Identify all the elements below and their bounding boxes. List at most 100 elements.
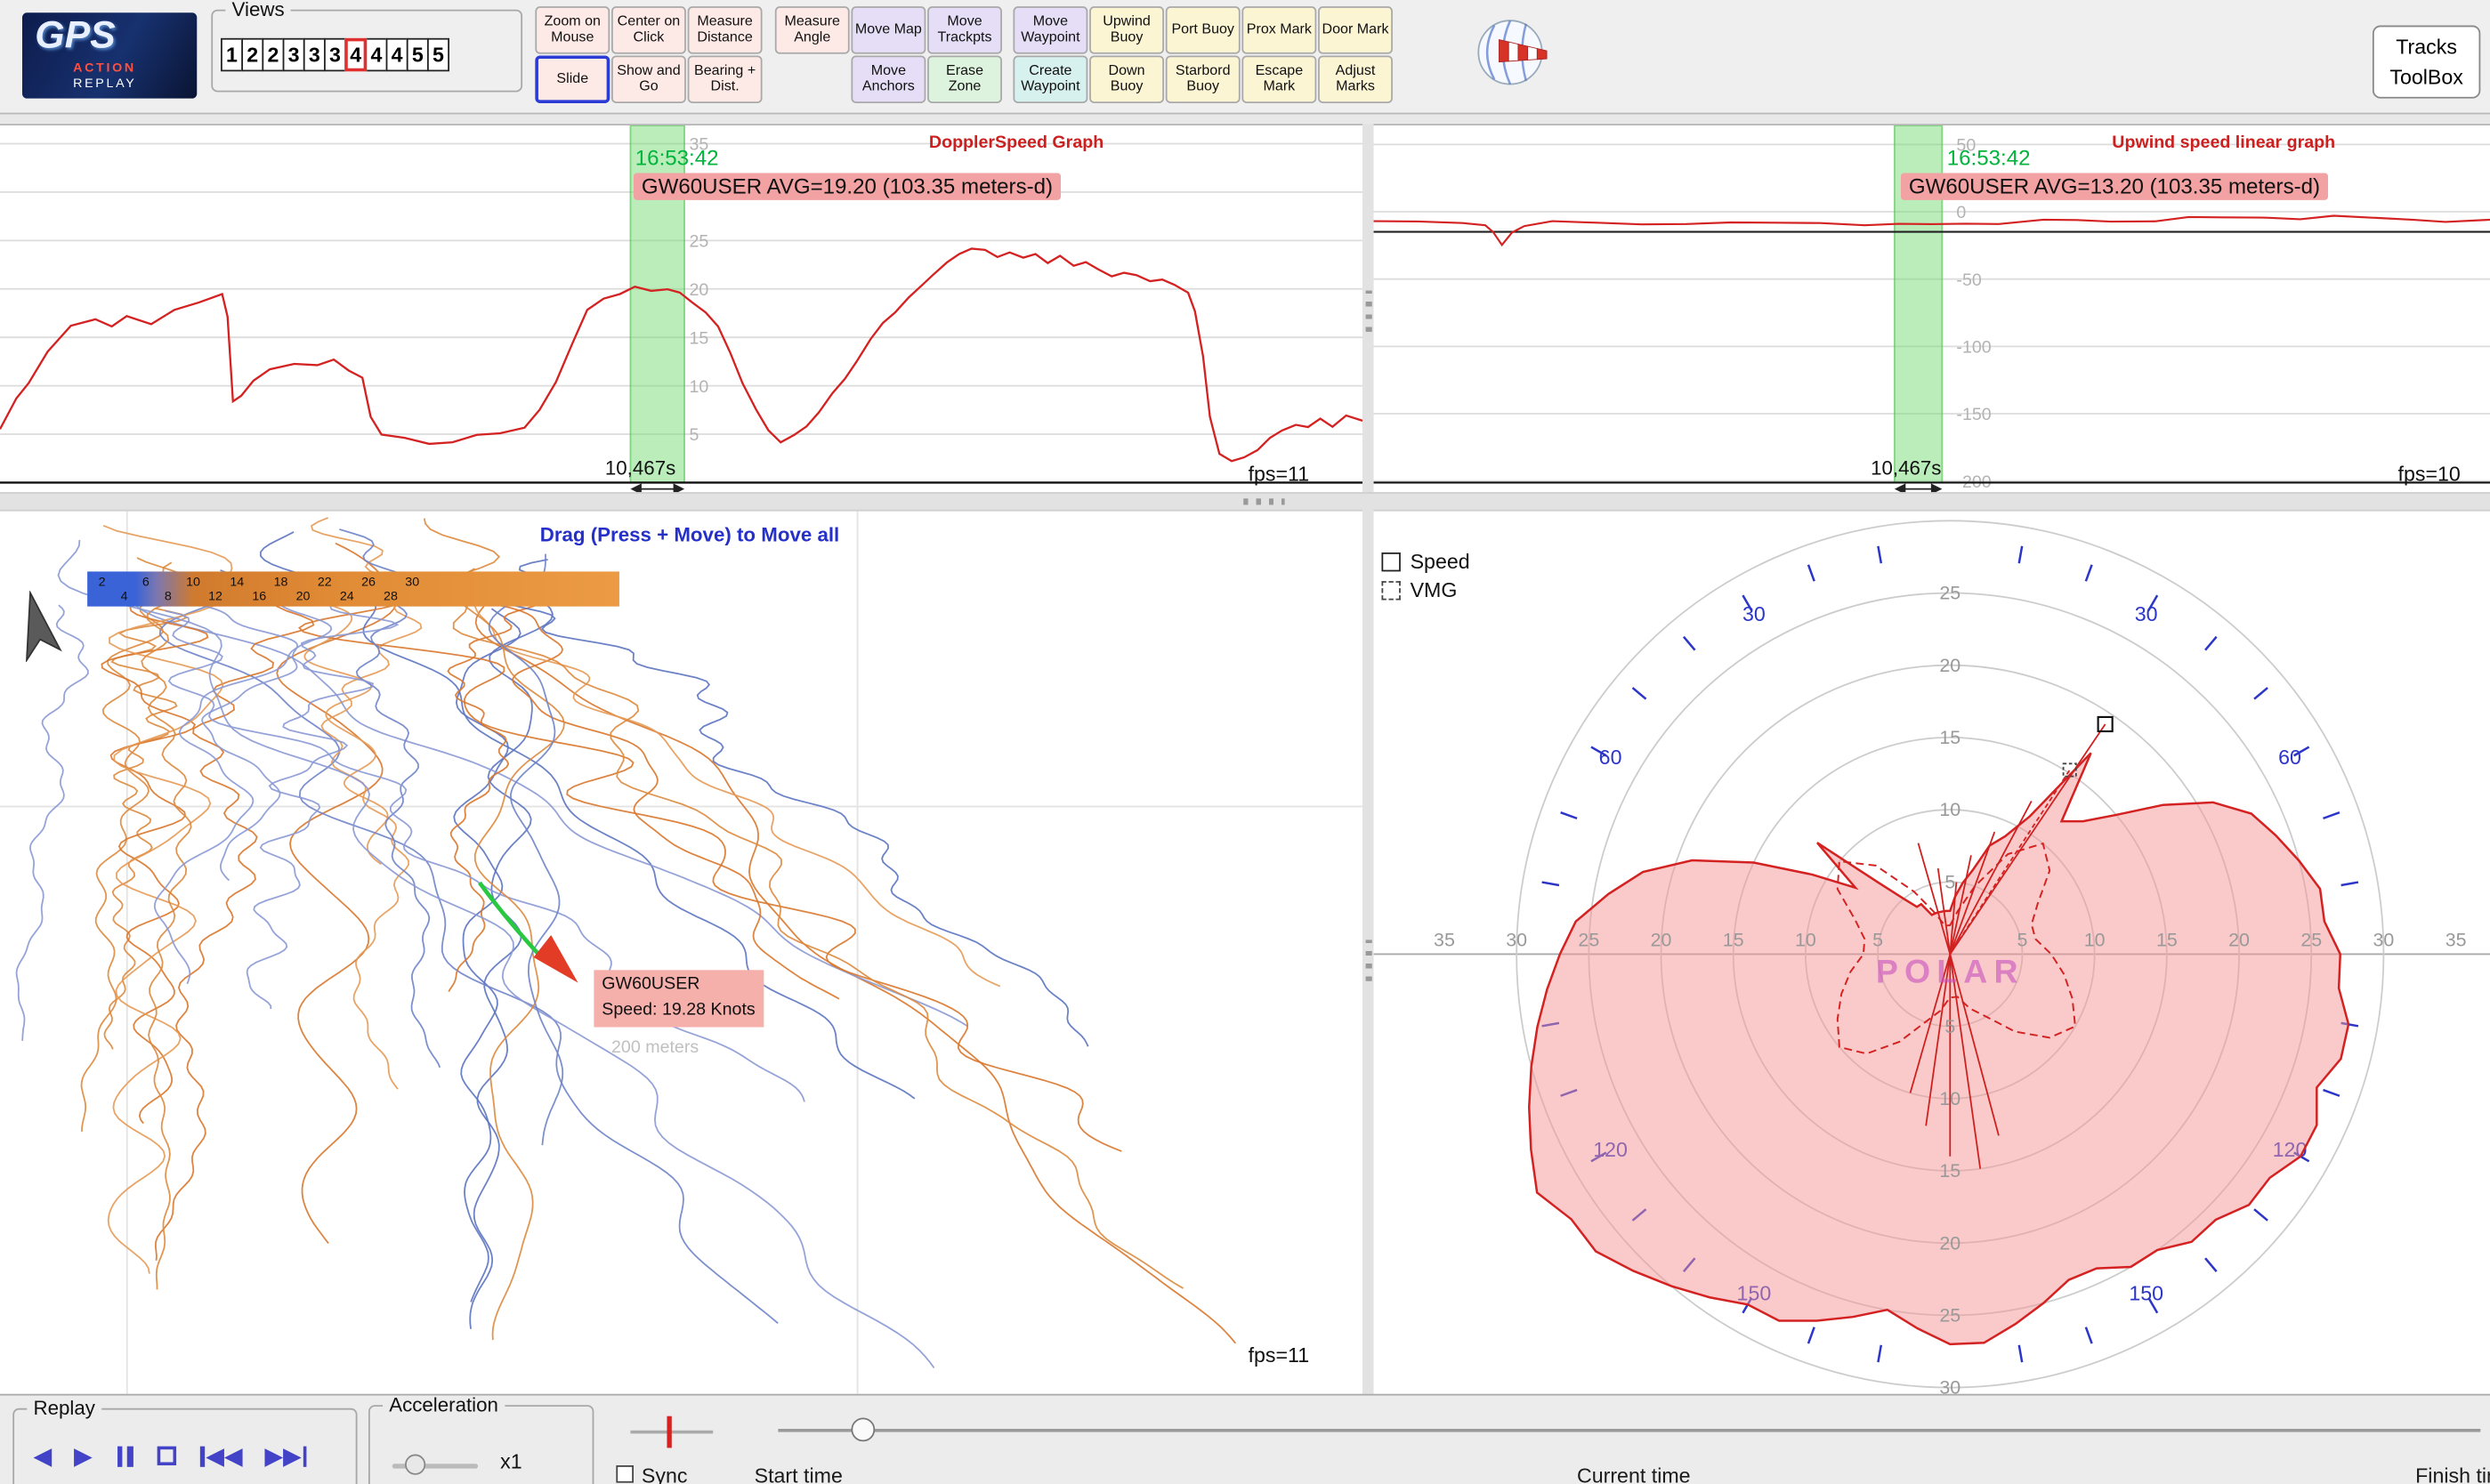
view-count-button[interactable]: 2 [241, 38, 263, 71]
doppler-avg-label: GW60USER AVG=19.20 (103.35 meters-d) [634, 173, 1061, 200]
angle-tick [2086, 565, 2092, 581]
doppler-graph-title: DopplerSpeed Graph [929, 133, 1104, 152]
v-tick-label: 20 [1939, 1232, 1960, 1254]
toolbar-button[interactable]: Upwind Buoy [1089, 6, 1164, 54]
time-offset-slider[interactable] [627, 1411, 716, 1452]
doppler-fps-label: fps=11 [1249, 462, 1310, 486]
toolbar-button[interactable]: Down Buoy [1089, 55, 1164, 103]
toolbar-button[interactable]: Starbord Buoy [1166, 55, 1241, 103]
toolbar-button[interactable]: Move Waypoint [1013, 6, 1087, 54]
toolbar-button[interactable]: Bearing + Dist. [688, 55, 763, 103]
angle-tick [1878, 1345, 1880, 1362]
sync-label: Sync [642, 1464, 688, 1484]
toolbar-button[interactable]: Center on Click [611, 6, 686, 54]
finish-time-label: Finish time [2415, 1464, 2490, 1484]
toolbar-button[interactable]: Move Map [851, 6, 926, 54]
rider-name: GW60USER [602, 973, 755, 998]
time-offset-slider-track[interactable] [630, 1431, 713, 1434]
main-toolbar: GPS ACTION REPLAY Views 12233344455 Zoom… [0, 0, 2490, 114]
gps-track [247, 576, 398, 1010]
angle-label: 150 [2129, 1281, 2163, 1304]
speed-scale-label: 26 [361, 575, 405, 589]
view-count-button[interactable]: 3 [283, 38, 305, 71]
y-tick-label: -150 [1956, 405, 1991, 424]
view-count-buttons: 12233344455 [222, 38, 449, 71]
toolbar-button[interactable]: Move Trackpts [927, 6, 1002, 54]
vertical-splitter-bottom[interactable] [1362, 508, 1373, 1394]
replay-stop-button[interactable] [158, 1447, 176, 1465]
h-tick-label: 20 [1651, 930, 1672, 951]
toolbar-button[interactable]: Create Waypoint [1013, 55, 1087, 103]
sync-checkbox[interactable] [616, 1465, 634, 1483]
y-tick-label: -100 [1956, 338, 1991, 358]
view-count-button[interactable]: 4 [386, 38, 408, 71]
acceleration-value: x1 [500, 1449, 522, 1473]
v-tick-label: 10 [1939, 1088, 1960, 1109]
h-tick-label: 30 [1506, 930, 1527, 951]
gps-track [415, 578, 999, 986]
gps-track [489, 554, 563, 1146]
map-fps-label: fps=11 [1249, 1343, 1310, 1367]
time-offset-slider-thumb[interactable] [667, 1416, 670, 1448]
view-count-button[interactable]: 3 [324, 38, 346, 71]
views-legend: Views [225, 0, 290, 20]
toolbar-button[interactable]: Measure Distance [688, 6, 763, 54]
angle-label: 30 [2135, 602, 2158, 625]
v-tick-label: 5 [1944, 1016, 1955, 1037]
v-tick-label: 30 [1939, 1377, 1960, 1394]
track-map-canvas[interactable] [0, 508, 1362, 1394]
polar-diagram-panel[interactable]: 3030606012012015015035302520151055101520… [1374, 508, 2490, 1394]
h-tick-label: 5 [2017, 930, 2028, 951]
view-count-button[interactable]: 2 [262, 38, 284, 71]
view-count-button[interactable]: 4 [344, 38, 367, 71]
checkbox-icon[interactable] [1381, 580, 1400, 599]
h-tick-label: 25 [1578, 930, 1599, 951]
vertical-splitter-top[interactable] [1362, 124, 1373, 492]
v-tick-label: 5 [1944, 871, 1955, 892]
view-count-button[interactable]: 1 [221, 38, 243, 71]
gps-track [476, 585, 1236, 1343]
toolbar-button[interactable]: Measure Angle [775, 6, 850, 54]
north-arrow-icon [16, 591, 64, 662]
h-tick-label: 15 [1723, 930, 1744, 951]
upwind-avg-label: GW60USER AVG=13.20 (103.35 meters-d) [1901, 173, 2328, 200]
speed-scale-label: 8 [165, 589, 208, 603]
polar-legend-item[interactable]: Speed [1381, 549, 1469, 573]
polar-legend-item[interactable]: VMG [1381, 578, 1469, 602]
toolbar-button[interactable]: Slide [535, 55, 610, 103]
speed-scale-label: 2 [99, 575, 142, 589]
tracks-toolbox-button[interactable]: Tracks ToolBox [2373, 26, 2480, 99]
track-map-panel[interactable]: Drag (Press + Move) to Move all 26101418… [0, 508, 1362, 1394]
angle-label: 30 [1742, 602, 1766, 625]
polar-diagram-canvas[interactable]: 3030606012012015015035302520151055101520… [1374, 508, 2490, 1394]
v-tick-label: 15 [1939, 727, 1960, 748]
toolbar-button[interactable]: Show and Go [611, 55, 686, 103]
gps-track [169, 590, 297, 880]
upwind-speed-graph-panel[interactable]: 500-50-100-150-200 Upwind speed linear g… [1374, 124, 2490, 494]
view-count-button[interactable]: 4 [365, 38, 387, 71]
view-count-button[interactable]: 5 [427, 38, 449, 71]
view-count-button[interactable]: 5 [407, 38, 429, 71]
doppler-speed-graph-panel[interactable]: 3530252015105 DopplerSpeed Graph 16:53:4… [0, 124, 1362, 494]
speed-scale-label: 28 [384, 589, 427, 603]
speed-polar-shape [1529, 753, 2349, 1344]
toolbar-button[interactable]: Prox Mark [1241, 6, 1316, 54]
replay-jump-start-button[interactable]: ◀◀ [198, 1441, 242, 1470]
timeline-slider-track[interactable] [778, 1429, 2480, 1432]
replay-step-back-button[interactable]: ◀ [33, 1441, 52, 1470]
horizontal-splitter[interactable] [0, 492, 2490, 511]
toolbar-button[interactable]: Adjust Marks [1318, 55, 1393, 103]
replay-play-button[interactable]: ▶ [74, 1441, 93, 1470]
toolbar-button[interactable]: Port Buoy [1166, 6, 1241, 54]
replay-jump-end-button[interactable]: ▶▶ [264, 1441, 308, 1470]
view-count-button[interactable]: 3 [303, 38, 326, 71]
toolbar-button[interactable]: Door Mark [1318, 6, 1393, 54]
toolbar-button[interactable]: Escape Mark [1241, 55, 1316, 103]
toolbar-button[interactable]: Erase Zone [927, 55, 1002, 103]
checkbox-icon[interactable] [1381, 552, 1400, 570]
timeline-slider-knob[interactable] [851, 1418, 875, 1442]
acceleration-slider-knob[interactable] [405, 1455, 425, 1475]
toolbar-button[interactable]: Zoom on Mouse [535, 6, 610, 54]
replay-pause-button[interactable] [115, 1446, 135, 1466]
toolbar-button[interactable]: Move Anchors [851, 55, 926, 103]
